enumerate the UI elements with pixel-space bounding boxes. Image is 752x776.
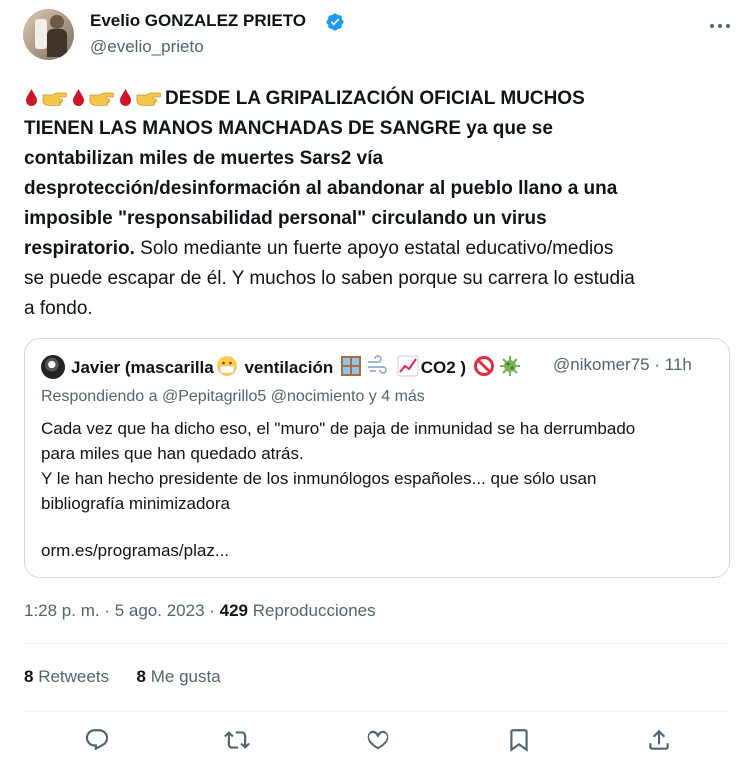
retweets-stat[interactable]: 8 Retweets	[24, 667, 109, 686]
microbe-icon	[499, 356, 520, 376]
backhand-index-pointing-right-icon	[89, 92, 114, 106]
likes-stat[interactable]: 8 Me gusta	[137, 667, 221, 686]
quoted-tweet-card[interactable]: Javier (mascarilla ventilación CO2 ) @ni…	[24, 338, 730, 578]
dashing-away-icon	[367, 355, 387, 374]
quoted-tweet-text: Cada vez que ha dicho eso, el "muro" de …	[41, 419, 636, 513]
retweet-icon[interactable]	[224, 727, 250, 753]
quoted-tweet-link[interactable]: orm.es/programas/plaz...	[41, 541, 229, 561]
tweet-text-line: TIENEN LAS MANOS MANCHADAS DE SANGRE ya …	[24, 118, 553, 139]
views-label: Reproducciones	[252, 601, 376, 620]
author-handle[interactable]: @evelio_prieto	[90, 37, 204, 57]
chart-increasing-icon	[397, 355, 419, 377]
tweet-text-line: respiratorio. Solo mediante un fuerte ap…	[24, 238, 614, 259]
bookmark-icon[interactable]	[506, 727, 532, 753]
tweet-text-line: desprotección/desinformación al abandona…	[24, 178, 618, 199]
tweet-text-line: imposible "responsabilidad personal" cir…	[24, 208, 547, 229]
prohibited-icon	[473, 356, 494, 376]
face-with-medical-mask-icon	[216, 356, 237, 376]
backhand-index-pointing-right-icon	[136, 92, 161, 106]
share-icon[interactable]	[646, 727, 672, 753]
verified-badge-icon[interactable]	[325, 12, 345, 32]
drop-of-blood-icon	[26, 89, 37, 106]
tweet-date[interactable]: 5 ago. 2023	[115, 601, 205, 620]
quoted-author-name[interactable]: Javier (mascarilla ventilación CO2 )	[71, 355, 523, 378]
backhand-index-pointing-right-icon	[42, 92, 67, 106]
drop-of-blood-icon	[73, 89, 84, 106]
author-avatar[interactable]	[23, 9, 74, 60]
tweet-timestamp: 1:28 p. m. · 5 ago. 2023 · 429 Reproducc…	[24, 601, 376, 620]
reply-icon[interactable]	[84, 727, 110, 753]
views-count: 429	[219, 601, 249, 620]
drop-of-blood-icon	[120, 89, 131, 106]
tweet-text-line: se puede escapar de él. Y muchos lo sabe…	[24, 268, 635, 289]
more-horizontal-icon[interactable]	[708, 18, 732, 28]
quoted-author-avatar[interactable]	[41, 355, 65, 379]
like-icon[interactable]	[365, 727, 391, 753]
divider	[24, 643, 730, 644]
tweet-text-line: a fondo.	[24, 298, 93, 319]
divider	[24, 711, 730, 712]
author-display-name[interactable]: Evelio GONZALEZ PRIETO	[90, 11, 306, 31]
window-icon	[340, 356, 361, 376]
quoted-reply-context: Respondiendo a @Pepitagrillo5 @nocimient…	[41, 388, 425, 405]
tweet-text-line: DESDE LA GRIPALIZACIÓN OFICIAL MUCHOS	[24, 84, 724, 114]
tweet-text-line: contabilizan miles de muertes Sars2 vía	[24, 148, 384, 169]
tweet-time[interactable]: 1:28 p. m.	[24, 601, 100, 620]
engagement-stats: 8 Retweets 8 Me gusta	[24, 667, 221, 687]
quoted-author-handle-time[interactable]: @nikomer75 · 11h	[553, 355, 692, 375]
tweet: Evelio GONZALEZ PRIETO @evelio_prieto DE…	[0, 0, 752, 776]
tweet-text: DESDE LA GRIPALIZACIÓN OFICIAL MUCHOS TI…	[24, 84, 724, 324]
tweet-text-bold: DESDE LA GRIPALIZACIÓN OFICIAL MUCHOS	[165, 88, 585, 109]
